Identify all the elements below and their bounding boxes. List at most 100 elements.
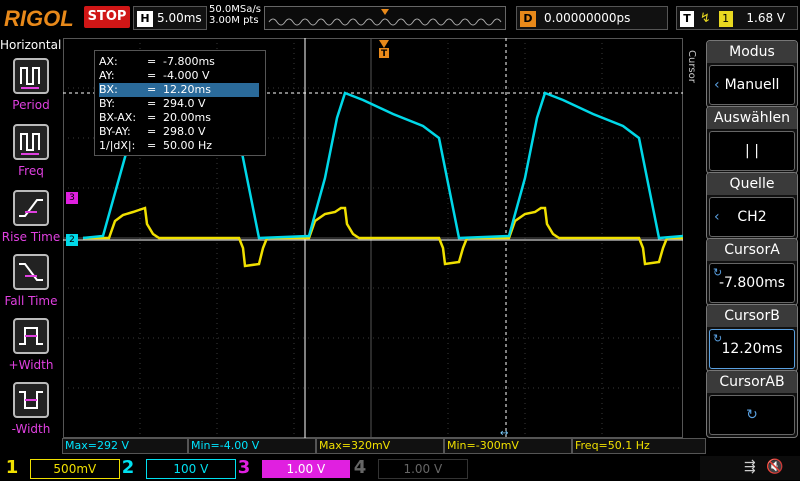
freq-icon — [13, 124, 49, 160]
ch1-number: 1 — [5, 457, 19, 478]
sample-rate: 50.0MSa/s — [209, 4, 261, 15]
delay-value: 0.00000000ps — [544, 11, 631, 25]
readout-label: AY: — [99, 69, 115, 82]
readout-label: BX: — [99, 83, 118, 96]
ch4-scale: 1.00 V — [377, 459, 468, 479]
waveform-display[interactable]: T T ↔ AX:=-7.800msAY:=-4.000 VBX:=12.20m… — [63, 38, 684, 439]
fall-time-icon — [13, 254, 49, 290]
acquisition-info: 50.0MSa/s 3.00M pts — [209, 4, 261, 26]
readout-label: BX-AX: — [99, 111, 137, 124]
cursor-readout-row: BX: = 12.20ms — [99, 83, 259, 97]
knob-icon: ↻ — [713, 266, 723, 279]
cursor-ab-softkey[interactable]: CursorAB ↻ — [706, 370, 798, 438]
ch2-level-marker[interactable]: 2 — [66, 234, 78, 246]
horizontal-label: H — [137, 11, 153, 27]
freq-button[interactable]: Freq — [0, 124, 62, 178]
trigger-level: 1.68 V — [746, 11, 786, 25]
ch4-button[interactable]: 4 1.00 V — [348, 456, 468, 480]
period-button[interactable]: Period — [0, 58, 62, 112]
minus-width-label: -Width — [11, 422, 51, 436]
timebase-value: 5.00ms — [157, 11, 202, 25]
delay-label: D — [520, 11, 536, 27]
trigger-box[interactable]: T ↯ 1 1.68 V — [676, 6, 798, 30]
memory-overview-wave — [268, 9, 502, 26]
ch2-button[interactable]: 2 100 V — [116, 456, 236, 480]
select-arrow-icon: ‹ — [714, 77, 720, 93]
cursor-ab-value: ↻ — [709, 395, 795, 435]
readout-value: 20.00ms — [163, 111, 211, 124]
rise-time-label: Rise Time — [1, 230, 61, 244]
readout-equals: = — [147, 69, 157, 82]
ch3-button[interactable]: 3 1.00 V — [232, 456, 352, 480]
minus-width-button[interactable]: -Width — [0, 382, 62, 436]
horizontal-menu-title: Horizontal — [0, 38, 62, 52]
period-icon — [13, 58, 49, 94]
modus-value: ‹ Manuell — [709, 65, 795, 105]
readout-value: 50.00 Hz — [163, 139, 213, 152]
readout-equals: = — [147, 97, 157, 110]
trigger-label: T — [680, 11, 694, 27]
ch1-trace — [83, 206, 683, 268]
ch3-level-marker[interactable]: 3 — [66, 192, 78, 204]
auswaehlen-value: | | — [709, 131, 795, 171]
memory-depth: 3.00M pts — [209, 15, 259, 26]
run-stop-indicator[interactable]: STOP — [84, 6, 130, 28]
trigger-time-marker — [379, 40, 389, 48]
meas-ch2-max: Max=292 V — [62, 438, 188, 454]
rise-time-button[interactable]: Rise Time — [0, 190, 62, 244]
quelle-title: Quelle — [707, 173, 797, 195]
usb-icon: ⇶ — [744, 459, 756, 475]
readout-equals: = — [147, 55, 157, 68]
readout-label: 1/|dX|: — [99, 139, 136, 152]
meas-ch1-freq: Freq=50.1 Hz — [572, 438, 706, 454]
cursor-readout-row: 1/|dX|: = 50.00 Hz — [99, 139, 259, 153]
readout-value: 298.0 V — [163, 125, 206, 138]
cursor-readout-row: AY: = -4.000 V — [99, 69, 259, 83]
auswaehlen-title: Auswählen — [707, 107, 797, 129]
fall-time-label: Fall Time — [4, 294, 58, 308]
readout-equals: = — [147, 139, 157, 152]
knob-icon: ↻ — [713, 332, 723, 345]
readout-equals: = — [147, 125, 157, 138]
trigger-position-marker — [381, 9, 389, 15]
cursor-readout-row: BY: = 294.0 V — [99, 97, 259, 111]
rise-time-icon — [13, 190, 49, 226]
cursor-b-value: ↻ 12.20ms — [709, 329, 795, 369]
plus-width-icon — [13, 318, 49, 354]
cursor-ab-title: CursorAB — [707, 371, 797, 393]
minus-width-icon — [13, 382, 49, 418]
ch2-scale: 100 V — [145, 459, 236, 479]
select-arrow-icon: ‹ — [714, 209, 720, 225]
cursor-readout-row: BY-AY: = 298.0 V — [99, 125, 259, 139]
modus-title: Modus — [707, 41, 797, 63]
plus-width-button[interactable]: +Width — [0, 318, 62, 372]
readout-value: 12.20ms — [163, 83, 211, 96]
cursor-readout-box: AX: = -7.800ms AY: = -4.000 V BX: = 12.20ms BY: = 2… — [94, 50, 266, 156]
delay-box[interactable]: D 0.00000000ps — [516, 6, 668, 30]
ch4-number: 4 — [353, 457, 367, 478]
auswaehlen-softkey[interactable]: Auswählen | | — [706, 106, 798, 174]
cursor-b-bottom-marker: ↔ — [500, 428, 508, 438]
timebase-box[interactable]: H 5.00ms — [133, 6, 207, 30]
memory-overview[interactable] — [264, 6, 506, 30]
cursor-a-softkey[interactable]: CursorA ↻ -7.800ms — [706, 238, 798, 306]
status-tray: ⇶ 🔇 — [700, 456, 800, 480]
quelle-value: ‹ CH2 — [709, 197, 795, 237]
readout-label: BY: — [99, 97, 115, 110]
readout-value: -7.800ms — [163, 55, 215, 68]
fall-time-button[interactable]: Fall Time — [0, 254, 62, 308]
readout-label: BY-AY: — [99, 125, 131, 138]
quelle-softkey[interactable]: Quelle ‹ CH2 — [706, 172, 798, 240]
cursor-readout-row: AX: = -7.800ms — [99, 55, 259, 69]
trigger-source: 1 — [718, 11, 733, 27]
ch3-number: 3 — [237, 457, 251, 478]
meas-ch2-min: Min=-4.00 V — [188, 438, 316, 454]
ch1-button[interactable]: 1 500mV — [0, 456, 120, 480]
cursor-b-softkey[interactable]: CursorB ↻ 12.20ms — [706, 304, 798, 372]
cursor-a-value: ↻ -7.800ms — [709, 263, 795, 303]
modus-softkey[interactable]: Modus ‹ Manuell — [706, 40, 798, 108]
svg-text:T: T — [381, 49, 388, 59]
freq-label: Freq — [18, 164, 44, 178]
cursor-menu-side-label: Cursor — [686, 50, 697, 83]
cursor-readout-row: BX-AX: = 20.00ms — [99, 111, 259, 125]
